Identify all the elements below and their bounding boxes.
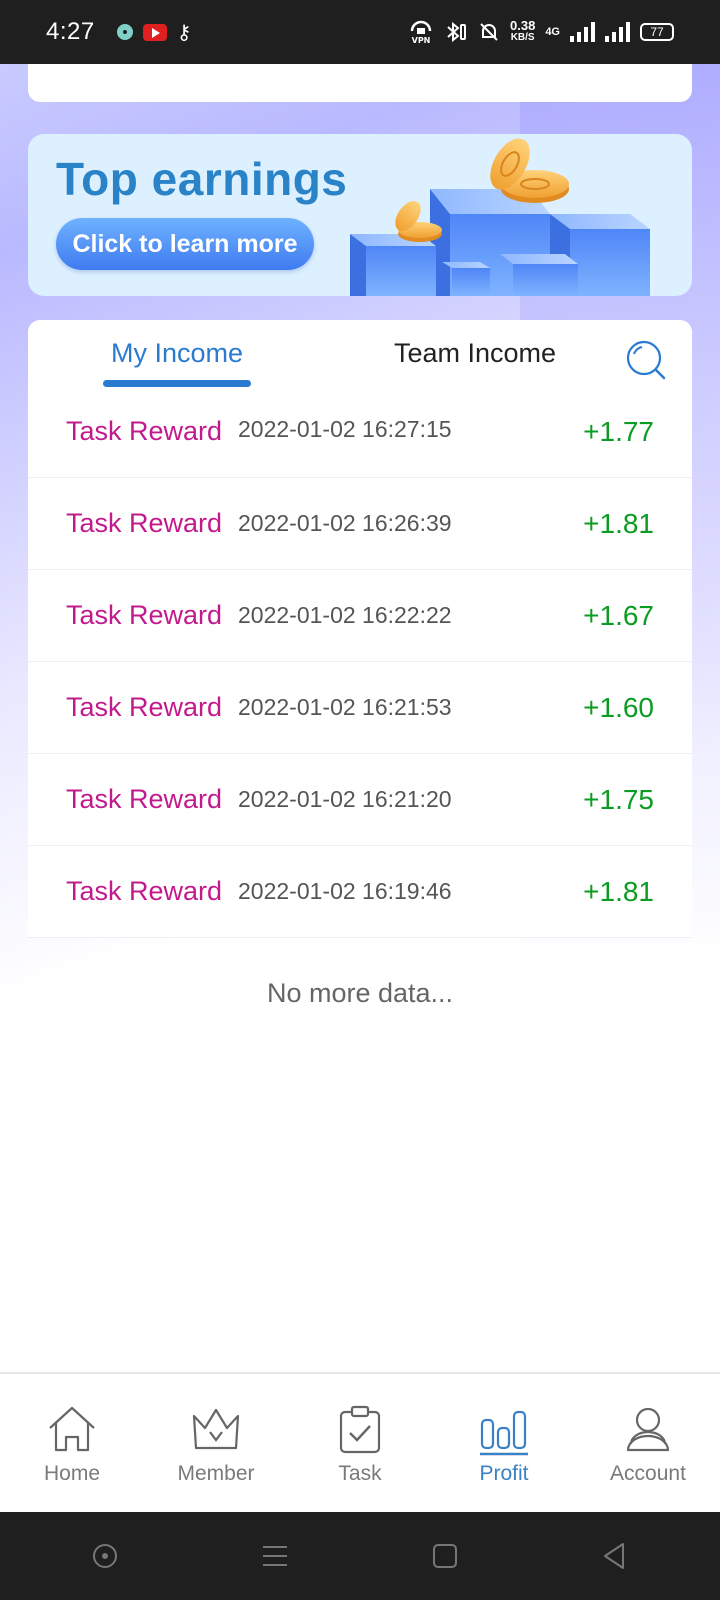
list-item[interactable]: Task Reward 2022-01-02 16:22:22 +1.67	[28, 570, 692, 662]
record-label: Task Reward	[66, 876, 223, 906]
record-amount: +1.77	[583, 416, 654, 447]
record-time: 2022-01-02 16:21:53	[238, 694, 452, 720]
nav-home[interactable]: Home	[0, 1374, 144, 1512]
record-label: Task Reward	[66, 784, 223, 814]
record-label: Task Reward	[66, 600, 223, 630]
battery-icon: 77	[640, 23, 674, 41]
record-amount: +1.75	[583, 783, 654, 815]
list-item[interactable]: Task Reward 2022-01-02 16:19:46 +1.81	[28, 846, 692, 938]
coins-boxes-illustration	[350, 138, 650, 296]
speed-value: 0.38	[510, 18, 536, 33]
status-system-icons: VPN 0.38 KB/S 4G 77	[408, 18, 674, 44]
tab-team-income[interactable]: Team Income	[394, 338, 556, 369]
crown-icon	[192, 1408, 240, 1450]
nav-member[interactable]: Member	[144, 1374, 288, 1512]
no-more-data-text: No more data...	[266, 978, 454, 1008]
previous-card	[28, 64, 692, 102]
income-list: Task Reward 2022-01-02 16:27:15 +1.77 Ta…	[28, 400, 692, 938]
income-tabs: My Income Team Income	[28, 320, 692, 402]
signal-icon-1	[570, 22, 595, 42]
home-square-icon[interactable]	[427, 1538, 463, 1574]
list-item[interactable]: Task Reward 2022-01-02 16:21:53 +1.60	[28, 662, 692, 754]
record-label: Task Reward	[66, 416, 223, 446]
nav-label-home: Home	[43, 1462, 101, 1485]
key-icon: ⚷	[176, 21, 192, 44]
bluetooth-vibrate-icon	[447, 21, 466, 43]
record-amount: +1.81	[583, 875, 654, 907]
nav-label-task: Task	[338, 1462, 382, 1485]
list-item[interactable]: Task Reward 2022-01-02 16:26:39 +1.81	[28, 478, 692, 570]
record-label: Task Reward	[66, 508, 223, 538]
record-label: Task Reward	[66, 692, 223, 722]
list-item[interactable]: Task Reward 2022-01-02 16:21:20 +1.75	[28, 754, 692, 846]
record-amount: +1.60	[583, 691, 654, 723]
system-navigation-bar	[0, 1512, 720, 1600]
banner-title: Top earnings	[56, 153, 348, 205]
assistant-icon[interactable]	[87, 1538, 123, 1574]
network-speed: 0.38 KB/S	[510, 18, 536, 44]
vpn-icon: VPN	[410, 20, 432, 44]
nav-profit[interactable]: Profit	[432, 1374, 576, 1512]
record-amount: +1.67	[583, 599, 654, 631]
app-notification-icon	[116, 24, 133, 40]
learn-more-button[interactable]: Click to learn more	[56, 218, 314, 270]
tab-my-income[interactable]: My Income	[111, 338, 243, 369]
nav-label-profit: Profit	[479, 1462, 529, 1485]
search-icon[interactable]	[624, 338, 668, 382]
nav-account[interactable]: Account	[576, 1374, 720, 1512]
signal-icon-2	[605, 22, 630, 42]
record-time: 2022-01-02 16:22:22	[238, 602, 452, 628]
mute-bell-icon	[480, 23, 498, 41]
record-amount: +1.81	[583, 507, 654, 539]
speed-unit: KB/S	[510, 32, 535, 43]
nav-label-account: Account	[610, 1462, 686, 1485]
nav-label-member: Member	[177, 1462, 255, 1485]
record-time: 2022-01-02 16:21:20	[238, 786, 452, 812]
back-icon[interactable]	[597, 1538, 633, 1574]
record-time: 2022-01-02 16:27:15	[238, 416, 452, 442]
bottom-navigation: Home Member Task Profit Account	[0, 1372, 720, 1512]
network-type: 4G	[545, 26, 560, 38]
record-time: 2022-01-02 16:26:39	[238, 510, 452, 536]
status-notification-icons: ⚷	[116, 20, 192, 45]
home-icon	[49, 1406, 95, 1452]
user-icon	[626, 1407, 670, 1452]
vpn-label: VPN	[412, 36, 431, 44]
top-earnings-banner[interactable]: Top earnings Click to learn more	[28, 134, 692, 296]
menu-icon[interactable]	[257, 1538, 293, 1574]
status-time: 4:27	[46, 18, 95, 45]
clipboard-check-icon	[339, 1405, 381, 1454]
active-tab-indicator	[103, 380, 251, 387]
bar-chart-icon	[480, 1410, 528, 1456]
nav-task[interactable]: Task	[288, 1374, 432, 1512]
youtube-icon	[142, 23, 167, 41]
record-time: 2022-01-02 16:19:46	[238, 878, 452, 904]
status-bar: 4:27 ⚷ VPN 0.38 KB/S 4G 77	[0, 0, 720, 64]
list-item[interactable]: Task Reward 2022-01-02 16:27:15 +1.77	[28, 400, 692, 478]
